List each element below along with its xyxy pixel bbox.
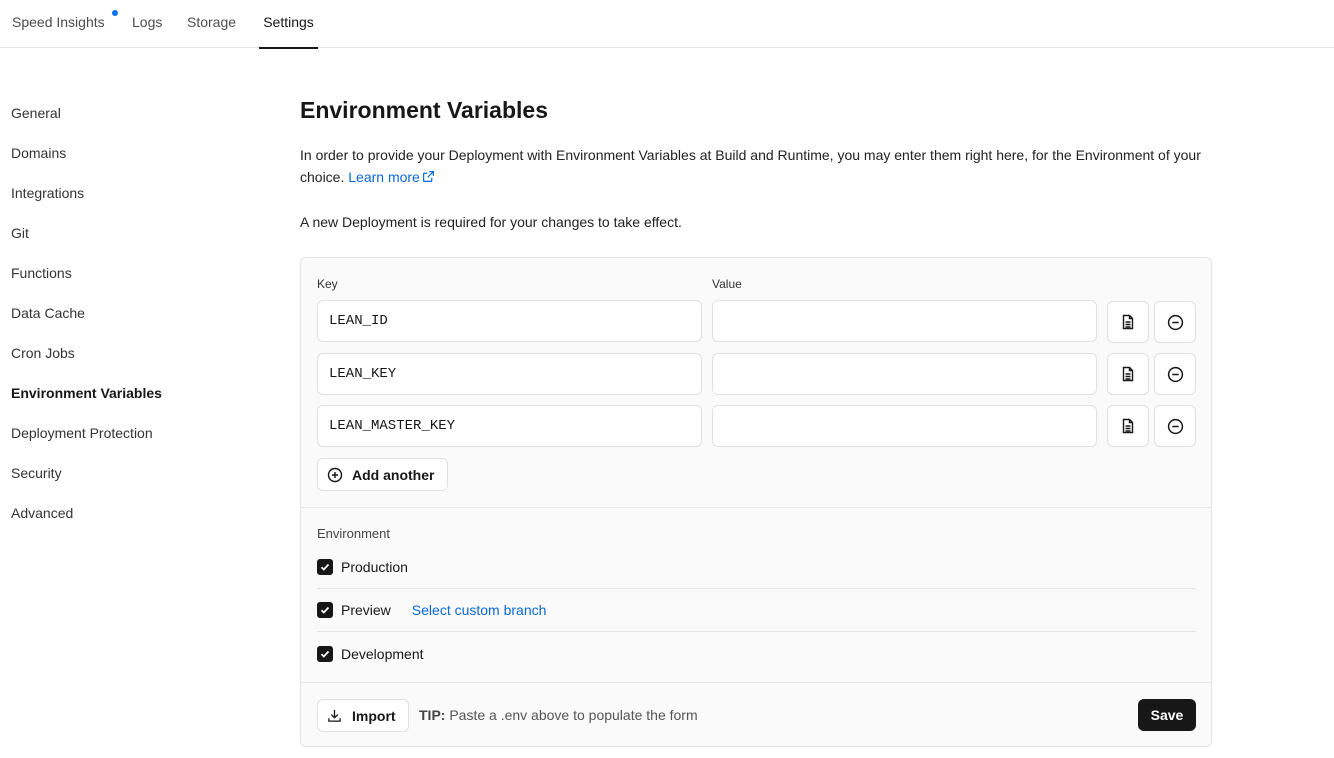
tip-text: TIP: Paste a .env above to populate the … [419, 707, 698, 723]
sensitive-toggle-button[interactable] [1107, 301, 1149, 343]
learn-more-link[interactable]: Learn more [348, 169, 435, 185]
preview-checkbox[interactable] [317, 602, 333, 618]
environment-label: Environment [317, 526, 390, 541]
sidebar-item-data-cache[interactable]: Data Cache [11, 298, 231, 338]
env-row-preview: Preview Select custom branch [317, 589, 1196, 632]
env-var-form: Key Value LEAN_ID LEAN_KEY LEAN_MASTER_K… [300, 257, 1212, 747]
tab-speed-insights[interactable]: Speed Insights [12, 0, 118, 48]
minus-circle-icon [1167, 366, 1183, 382]
check-icon [320, 563, 330, 571]
tip-prefix: TIP: [419, 707, 446, 723]
sidebar-item-cron-jobs[interactable]: Cron Jobs [11, 338, 231, 378]
page-title: Environment Variables [300, 97, 548, 123]
form-footer: Import TIP: Paste a .env above to popula… [301, 682, 1211, 746]
document-icon [1122, 418, 1134, 434]
plus-circle-icon [327, 467, 343, 482]
preview-label: Preview [341, 602, 391, 618]
sidebar-item-git[interactable]: Git [11, 218, 231, 258]
key-input[interactable]: LEAN_KEY [317, 353, 702, 395]
external-link-icon [422, 171, 434, 182]
key-input[interactable]: LEAN_ID [317, 300, 702, 342]
sidebar-item-general[interactable]: General [11, 98, 231, 138]
production-label: Production [341, 559, 408, 575]
sensitive-toggle-button[interactable] [1107, 353, 1149, 395]
remove-row-button[interactable] [1154, 405, 1196, 447]
sidebar-item-domains[interactable]: Domains [11, 138, 231, 178]
sidebar-item-integrations[interactable]: Integrations [11, 178, 231, 218]
sidebar-item-deployment-protection[interactable]: Deployment Protection [11, 418, 231, 458]
env-row-development: Development [317, 632, 1196, 675]
tab-storage[interactable]: Storage [187, 0, 236, 48]
sidebar-item-functions[interactable]: Functions [11, 258, 231, 298]
value-input[interactable] [712, 353, 1097, 395]
document-icon [1122, 366, 1134, 382]
tab-label: Logs [132, 14, 163, 30]
page-description: In order to provide your Deployment with… [300, 144, 1212, 188]
development-checkbox[interactable] [317, 645, 333, 662]
main-content: Environment Variables In order to provid… [300, 94, 1212, 747]
active-tab-indicator [259, 47, 318, 49]
add-another-button[interactable]: Add another [317, 458, 449, 491]
value-input[interactable] [712, 300, 1097, 342]
import-button[interactable]: Import [317, 699, 409, 732]
add-another-label: Add another [352, 466, 435, 483]
tab-settings[interactable]: Settings [259, 0, 318, 49]
value-column-label: Value [712, 277, 742, 291]
sensitive-toggle-button[interactable] [1107, 405, 1149, 447]
value-input[interactable] [712, 405, 1097, 447]
tab-label: Settings [263, 14, 314, 30]
development-label: Development [341, 645, 424, 662]
remove-row-button[interactable] [1154, 353, 1196, 395]
check-icon [320, 606, 330, 614]
minus-circle-icon [1167, 314, 1183, 330]
tip-message: Paste a .env above to populate the form [449, 707, 698, 723]
settings-sidebar: General Domains Integrations Git Functio… [11, 98, 231, 538]
tab-label: Speed Insights [12, 14, 105, 30]
sidebar-item-advanced[interactable]: Advanced [11, 498, 231, 538]
document-icon [1122, 314, 1134, 330]
learn-more-label: Learn more [348, 169, 420, 185]
sidebar-item-security[interactable]: Security [11, 458, 231, 498]
sidebar-item-environment-variables[interactable]: Environment Variables [11, 378, 231, 418]
select-custom-branch-link[interactable]: Select custom branch [412, 602, 547, 618]
key-column-label: Key [317, 277, 338, 291]
production-checkbox[interactable] [317, 559, 333, 575]
import-label: Import [352, 707, 396, 724]
env-row-production: Production [317, 546, 1196, 589]
environment-section: Environment Production Preview Select cu… [301, 507, 1211, 682]
key-input[interactable]: LEAN_MASTER_KEY [317, 405, 702, 447]
redeploy-note: A new Deployment is required for your ch… [300, 214, 682, 230]
remove-row-button[interactable] [1154, 301, 1196, 343]
notification-dot [112, 10, 118, 16]
tab-label: Storage [187, 14, 237, 30]
description-text: In order to provide your Deployment with… [300, 147, 1201, 185]
minus-circle-icon [1167, 418, 1183, 434]
check-icon [320, 650, 330, 658]
download-icon [328, 709, 341, 722]
save-button[interactable]: Save [1138, 699, 1196, 731]
tab-logs[interactable]: Logs [132, 0, 162, 48]
top-tab-bar: Speed Insights Logs Storage Settings [0, 0, 1334, 49]
